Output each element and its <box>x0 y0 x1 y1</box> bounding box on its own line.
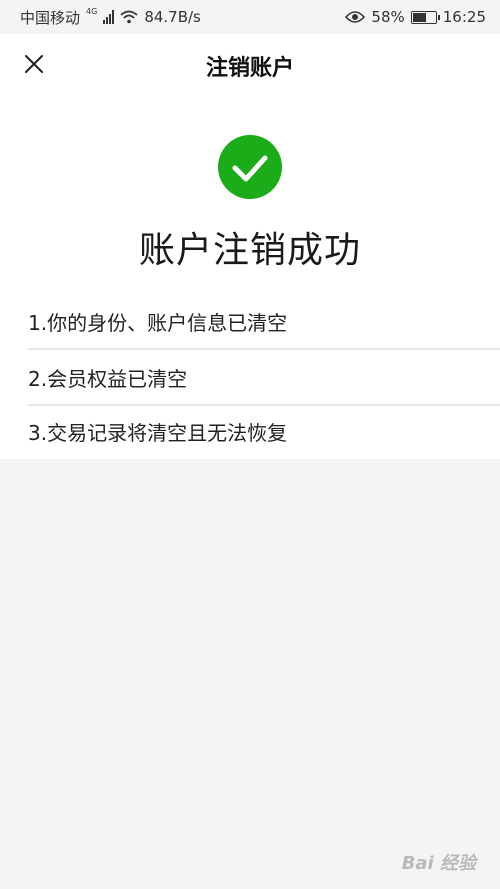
wifi-icon <box>120 10 138 24</box>
clock: 16:25 <box>442 8 486 26</box>
battery-percent: 58% <box>371 8 405 26</box>
status-bar: 中国移动 4G 84.7B/s 58% 16:25 <box>0 0 500 34</box>
info-list: 1.你的身份、账户信息已清空 2.会员权益已清空 3.交易记录将清空且无法恢复 <box>28 294 500 456</box>
success-title: 账户注销成功 <box>138 230 361 271</box>
watermark: Bai 经验 <box>401 853 476 874</box>
header: 注销账户 <box>0 34 500 96</box>
network-type: 4G <box>86 6 98 16</box>
carrier-label: 中国移动 <box>20 8 81 27</box>
signal-icon <box>103 10 115 24</box>
battery-fill <box>412 12 426 22</box>
success-check-icon <box>218 135 282 199</box>
network-speed: 84.7B/s <box>144 8 201 26</box>
battery-icon <box>410 10 440 24</box>
page-title: 注销账户 <box>205 56 294 81</box>
list-item: 1.你的身份、账户信息已清空 <box>28 294 500 350</box>
eye-icon <box>345 11 366 23</box>
result-panel: 账户注销成功 1.你的身份、账户信息已清空 2.会员权益已清空 3.交易记录将清… <box>0 96 500 459</box>
list-item: 2.会员权益已清空 <box>28 350 500 406</box>
list-item: 3.交易记录将清空且无法恢复 <box>28 420 288 445</box>
